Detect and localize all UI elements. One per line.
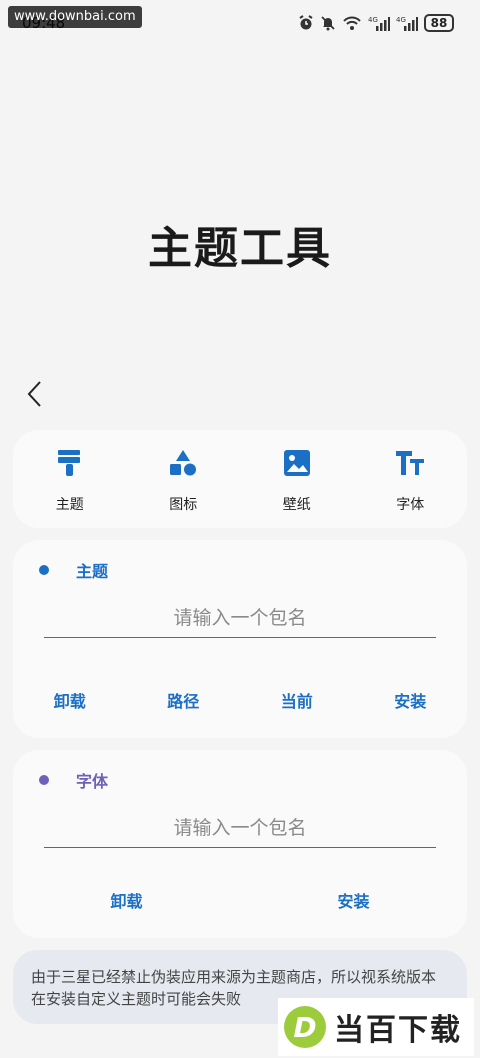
brand-logo: D [284,1006,326,1048]
brand-watermark: D 当百下载 [278,998,474,1056]
status-bar: 09:48 www.downbai.com 4G 4G [0,0,480,48]
path-button[interactable]: 路径 [127,688,241,712]
image-icon [282,448,312,478]
back-button[interactable] [22,378,50,410]
category-nav: 主题 图标 壁纸 字体 [13,430,467,528]
alarm-icon [299,15,313,30]
tab-font[interactable]: 字体 [354,430,468,528]
tab-icons[interactable]: 图标 [127,430,241,528]
tab-label: 主题 [55,497,84,513]
section-header: 字体 [39,768,108,792]
section-dot [39,565,49,575]
font-size-icon [395,448,425,478]
page-title: 主题工具 [148,223,332,274]
watermark: www.downbai.com [8,6,142,28]
shapes-icon [168,448,198,478]
font-package-input[interactable] [44,808,436,848]
svg-text:4G: 4G [368,16,378,24]
paint-roller-icon [55,448,85,478]
mute-icon [321,16,335,31]
wifi-icon [343,16,361,30]
tab-wallpaper[interactable]: 壁纸 [240,430,354,528]
section-label: 字体 [76,772,109,791]
font-install-button[interactable]: 安装 [240,888,467,912]
font-section: 字体 卸载 安装 [13,750,467,938]
current-button[interactable]: 当前 [240,688,354,712]
signal-4g-icon-2: 4G [396,16,418,31]
font-actions: 卸载 安装 [13,888,467,912]
battery-indicator: 88 [424,14,454,32]
font-uninstall-button[interactable]: 卸载 [13,888,240,912]
svg-text:4G: 4G [396,16,406,24]
chevron-left-icon [27,381,41,407]
section-label: 主题 [76,562,109,581]
install-button[interactable]: 安装 [354,688,468,712]
signal-4g-icon: 4G [368,16,390,31]
tab-label: 图标 [169,497,198,513]
status-icons: 4G 4G 88 [298,14,454,32]
brand-text: 当百下载 [334,1013,462,1048]
theme-actions: 卸载 路径 当前 安装 [13,688,467,712]
theme-package-input[interactable] [44,598,436,638]
theme-section: 主题 卸载 路径 当前 安装 [13,540,467,738]
tab-label: 壁纸 [282,497,311,513]
section-header: 主题 [39,558,108,582]
tab-label: 字体 [396,497,425,513]
uninstall-button[interactable]: 卸载 [13,688,127,712]
section-dot [39,775,49,785]
tab-theme[interactable]: 主题 [13,430,127,528]
